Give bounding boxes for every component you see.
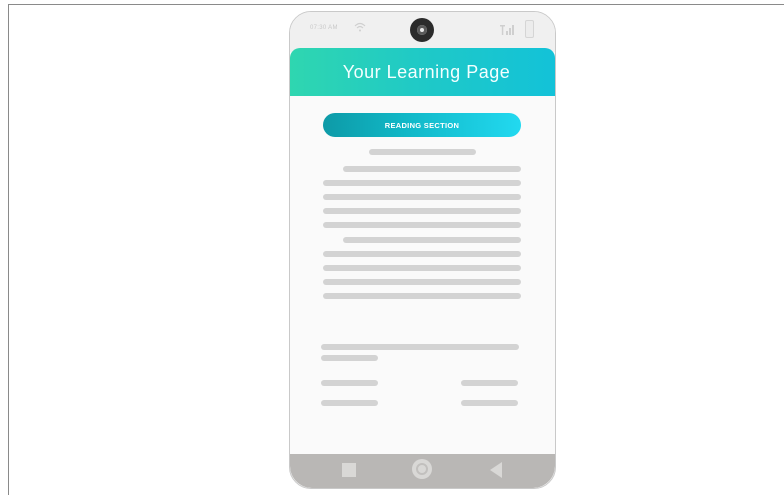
content-placeholder-item <box>321 380 378 386</box>
content-placeholder-line <box>323 293 521 299</box>
content-placeholder-item <box>321 400 378 406</box>
page-title: Your Learning Page <box>342 61 511 82</box>
content-placeholder-line <box>323 265 521 271</box>
content-placeholder-line <box>323 180 521 186</box>
status-time: 07:30 AM <box>310 25 338 31</box>
content-placeholder-line <box>323 279 521 285</box>
content-placeholder-line <box>321 355 378 361</box>
recent-apps-icon[interactable] <box>342 463 356 477</box>
camera-icon <box>410 18 434 42</box>
content-placeholder-line <box>343 237 521 243</box>
phone-mockup: 07:30 AM Your Learning Page READING SECT… <box>289 11 556 489</box>
content-placeholder-line <box>323 194 521 200</box>
back-icon[interactable] <box>490 462 502 478</box>
content-placeholder-line <box>323 208 521 214</box>
content-placeholder-line <box>323 222 521 228</box>
content-placeholder-line <box>323 251 521 257</box>
wifi-icon <box>354 22 366 32</box>
content-placeholder-heading <box>369 149 476 155</box>
navigation-bar <box>290 454 555 488</box>
content-placeholder-line <box>343 166 521 172</box>
home-icon[interactable] <box>412 459 432 479</box>
content-placeholder-item <box>461 380 518 386</box>
status-bar: 07:30 AM <box>290 12 555 52</box>
content-placeholder-line <box>321 344 519 350</box>
battery-icon <box>525 20 534 38</box>
reading-section-button[interactable]: READING SECTION <box>323 113 521 137</box>
signal-icon <box>500 25 514 35</box>
content-placeholder-item <box>461 400 518 406</box>
app-header: Your Learning Page <box>290 48 555 96</box>
